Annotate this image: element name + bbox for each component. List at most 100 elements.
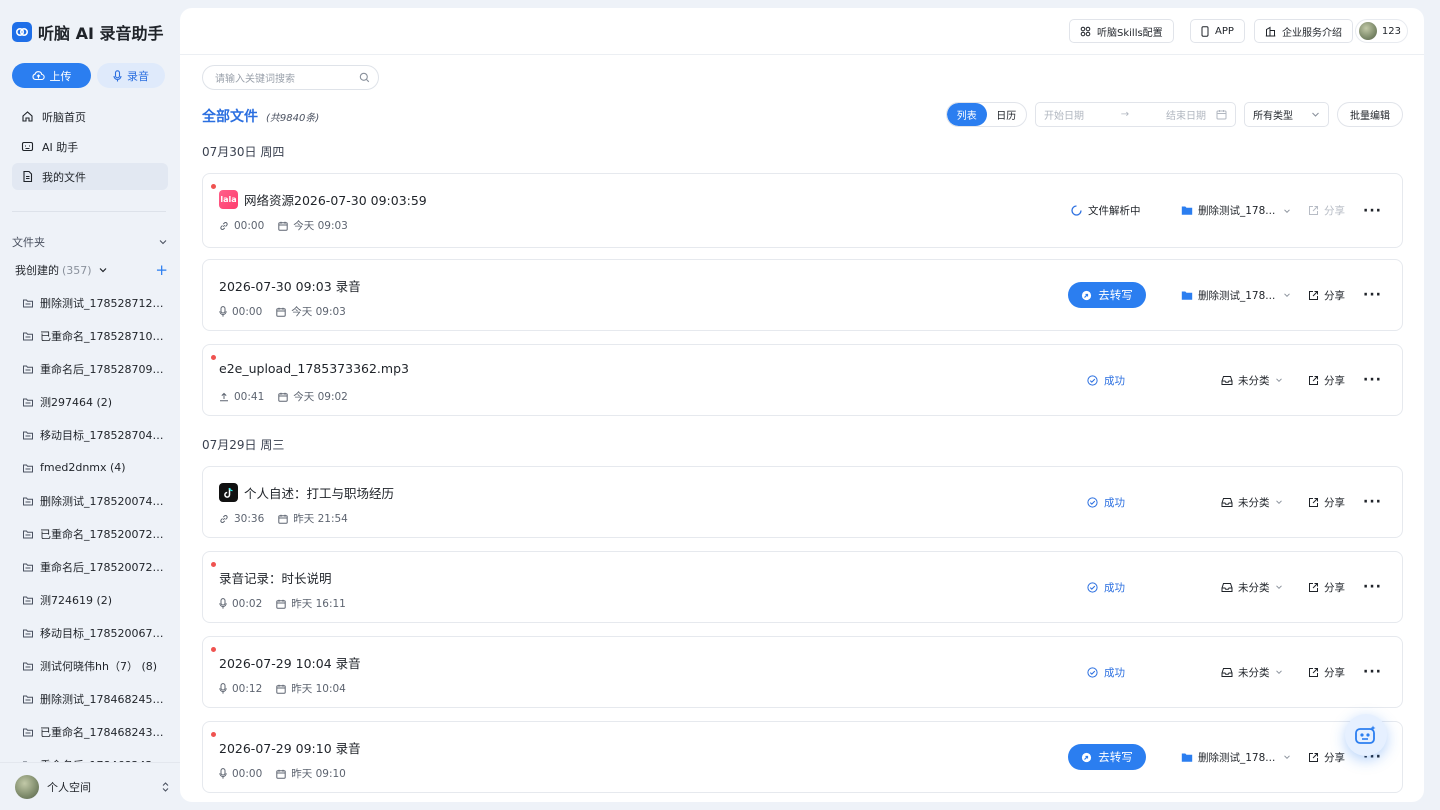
folder-item[interactable]: 重命名后_1785200720 ... [22, 550, 172, 583]
day-header: 07月29日 周三 [202, 437, 285, 452]
transcribe-icon [1081, 752, 1092, 763]
nav-item-ai-assistant[interactable]: AI 助手 [12, 133, 168, 160]
personal-space-switcher[interactable]: 个人空间 [0, 762, 180, 810]
folder-item[interactable]: 删除测试_1785287120 ... [22, 286, 172, 319]
link-icon [219, 221, 229, 231]
file-card[interactable]: 2026-07-30 09:03 录音 00:00 今天 09:03 去转写 删… [202, 259, 1403, 331]
folder-item[interactable]: 已重命名_1785287107 (... [22, 319, 172, 352]
go-transcribe-button[interactable]: 去转写 [1068, 744, 1146, 770]
folder-item[interactable]: 测724619 (2) [22, 583, 172, 616]
duration-text: 00:00 [232, 767, 263, 780]
more-options-icon[interactable]: ··· [1363, 260, 1382, 330]
folder-select[interactable]: 删除测试_178... [1181, 260, 1291, 330]
file-card[interactable]: lala 网络资源2026-07-30 09:03:59 00:00 今天 09:… [202, 173, 1403, 248]
calendar-icon [276, 769, 286, 779]
file-card[interactable]: 2026-07-29 09:10 录音 00:00 昨天 09:10 去转写 删… [202, 721, 1403, 793]
folder-item[interactable]: 移动目标_1785200673 ... [22, 616, 172, 649]
user-menu[interactable]: 123 [1354, 19, 1408, 43]
folder-icon [1181, 290, 1193, 301]
file-type-select[interactable]: 所有类型 [1244, 102, 1329, 127]
folder-select[interactable]: 删除测试_178... [1181, 722, 1291, 792]
record-button[interactable]: 录音 [97, 63, 165, 88]
share-button[interactable]: 分享 [1308, 174, 1345, 247]
folder-icon [1181, 752, 1193, 763]
folder-icon [22, 726, 34, 738]
chevron-down-icon [1283, 291, 1291, 299]
more-options-icon[interactable]: ··· [1363, 637, 1382, 707]
file-time: 昨天 10:04 [276, 681, 346, 696]
calendar-icon [278, 221, 288, 231]
my-created-header[interactable]: 我创建的 (357) + [15, 261, 168, 279]
file-title-text: 2026-07-30 09:03 录音 [219, 279, 361, 294]
category-select[interactable]: 未分类 [1221, 637, 1283, 707]
file-title[interactable]: 2026-07-29 09:10 录音 [219, 738, 361, 757]
category-select[interactable]: 未分类 [1221, 552, 1283, 622]
folder-icon [22, 396, 34, 408]
folder-item[interactable]: fmed2dnmx (4) [22, 451, 172, 484]
folder-item[interactable]: 移动目标_1785287046 ... [22, 418, 172, 451]
search-input[interactable]: 请输入关键词搜索 [202, 65, 379, 90]
file-title[interactable]: lala 网络资源2026-07-30 09:03:59 [219, 190, 427, 209]
share-icon [1308, 375, 1319, 386]
folder-item[interactable]: 已重命名_1785200729 ... [22, 517, 172, 550]
nav-item-my-files[interactable]: 我的文件 [12, 163, 168, 190]
lala-app-icon: lala [219, 190, 238, 209]
skills-config-button[interactable]: 听脑Skills配置 [1069, 19, 1174, 43]
more-options-icon[interactable]: ··· [1363, 174, 1382, 247]
folder-item[interactable]: 重命名后_1785287096 ... [22, 352, 172, 385]
file-meta: 00:00 今天 09:03 [219, 304, 346, 319]
ai-bot-float-button[interactable] [1345, 714, 1387, 756]
nav-item-home[interactable]: 听脑首页 [12, 103, 168, 130]
share-button[interactable]: 分享 [1308, 722, 1345, 792]
duration-text: 00:00 [232, 305, 263, 318]
chevron-down-icon [1283, 207, 1291, 215]
tray-icon [1221, 497, 1233, 508]
more-options-icon[interactable]: ··· [1363, 467, 1382, 537]
folders-section-header[interactable]: 文件夹 [12, 234, 168, 250]
folder-item[interactable]: 删除测试_1785200743 ... [22, 484, 172, 517]
batch-edit-button[interactable]: 批量编辑 [1337, 102, 1403, 127]
share-button[interactable]: 分享 [1308, 552, 1345, 622]
upload-button[interactable]: 上传 [12, 63, 91, 88]
file-title[interactable]: 2026-07-30 09:03 录音 [219, 276, 361, 295]
add-folder-icon[interactable]: + [155, 261, 168, 279]
folder-item[interactable]: 删除测试_1784682455 ... [22, 682, 172, 715]
start-date-placeholder: 开始日期 [1044, 111, 1084, 122]
more-options-icon[interactable]: ··· [1363, 552, 1382, 622]
share-button[interactable]: 分享 [1308, 467, 1345, 537]
file-title[interactable]: 录音记录：时长说明 [219, 568, 332, 587]
date-range-picker[interactable]: 开始日期 → 结束日期 [1035, 102, 1236, 127]
share-button[interactable]: 分享 [1308, 345, 1345, 415]
app-button[interactable]: APP [1190, 19, 1245, 43]
share-button[interactable]: 分享 [1308, 637, 1345, 707]
brand[interactable]: 听脑 AI 录音助手 [12, 20, 163, 44]
view-list-tab[interactable]: 列表 [947, 103, 987, 126]
enterprise-service-button[interactable]: 企业服务介绍 [1254, 19, 1353, 43]
folder-item[interactable]: 已重命名_1784682438 ... [22, 715, 172, 748]
view-calendar-tab[interactable]: 日历 [987, 103, 1027, 126]
file-title[interactable]: 2026-07-29 10:04 录音 [219, 653, 361, 672]
day-header: 07月30日 周四 [202, 144, 285, 159]
file-card[interactable]: 2026-07-29 10:04 录音 00:12 昨天 10:04 成功 未分… [202, 636, 1403, 708]
search-icon[interactable] [359, 72, 370, 83]
folder-item[interactable]: 测试何晓伟hh（7） (8) [22, 649, 172, 682]
folder-select[interactable]: 删除测试_178... [1181, 174, 1291, 247]
upload-label: 上传 [49, 69, 72, 83]
share-icon [1308, 205, 1319, 216]
link-icon [219, 514, 229, 524]
file-card[interactable]: e2e_upload_1785373362.mp3 00:41 今天 09:02… [202, 344, 1403, 416]
more-options-icon[interactable]: ··· [1363, 345, 1382, 415]
share-button[interactable]: 分享 [1308, 260, 1345, 330]
file-duration: 00:12 [219, 683, 262, 695]
file-title[interactable]: e2e_upload_1785373362.mp3 [219, 361, 409, 376]
chevron-down-icon [159, 240, 167, 245]
file-card[interactable]: 个人自述：打工与职场经历 30:36 昨天 21:54 成功 未分类 分享 ··… [202, 466, 1403, 538]
folder-item[interactable]: 测297464 (2) [22, 385, 172, 418]
calendar-icon [276, 599, 286, 609]
category-select[interactable]: 未分类 [1221, 345, 1283, 415]
file-card[interactable]: 录音记录：时长说明 00:02 昨天 16:11 成功 未分类 分享 ··· [202, 551, 1403, 623]
chevron-down-icon [1275, 583, 1283, 591]
category-select[interactable]: 未分类 [1221, 467, 1283, 537]
file-title[interactable]: 个人自述：打工与职场经历 [219, 483, 394, 502]
go-transcribe-button[interactable]: 去转写 [1068, 282, 1146, 308]
